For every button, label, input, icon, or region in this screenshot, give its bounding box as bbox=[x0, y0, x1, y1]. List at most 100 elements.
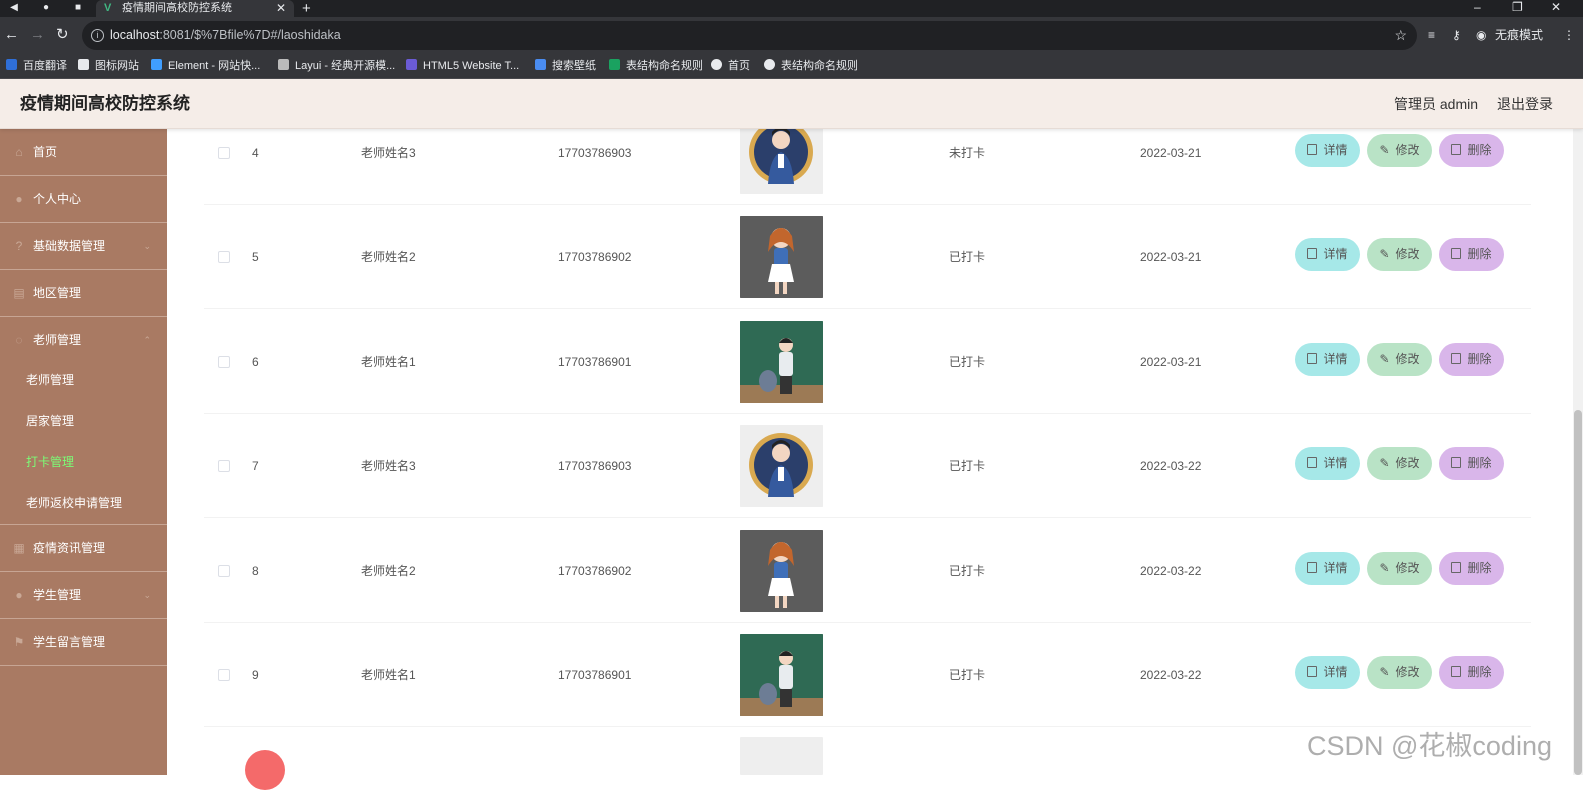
detail-button[interactable]: 详情 bbox=[1295, 447, 1360, 480]
bookmark-item[interactable]: Layui - 经典开源模... bbox=[278, 53, 395, 79]
site-info-icon[interactable]: i bbox=[91, 29, 104, 42]
reading-list-icon[interactable]: ≡ bbox=[1428, 26, 1435, 44]
sidebar-item-profile[interactable]: ● 个人中心 bbox=[0, 176, 167, 223]
detail-button[interactable]: 详情 bbox=[1295, 656, 1360, 689]
bookmark-favicon-icon bbox=[151, 59, 162, 70]
delete-button[interactable]: 删除 bbox=[1439, 552, 1504, 585]
sidebar-item-label: 地区管理 bbox=[33, 286, 82, 300]
row-checkbox[interactable] bbox=[218, 147, 230, 159]
row-checkbox[interactable] bbox=[218, 356, 230, 368]
edit-button[interactable]: ✎ 修改 bbox=[1367, 656, 1432, 689]
row-checkbox[interactable] bbox=[218, 251, 230, 263]
group-icon: ◌ bbox=[15, 333, 23, 347]
new-tab-button[interactable]: + bbox=[302, 0, 311, 17]
edit-label: 修改 bbox=[1395, 665, 1420, 679]
bookmark-item[interactable]: 表结构命名规则 bbox=[609, 53, 703, 79]
bookmark-item[interactable]: HTML5 Website T... bbox=[406, 53, 519, 79]
audio-icon[interactable]: ◀ bbox=[6, 1, 22, 15]
detail-button[interactable]: 详情 bbox=[1295, 343, 1360, 376]
bookmark-item[interactable]: Element - 网站快... bbox=[151, 53, 260, 79]
sidebar-item-student[interactable]: ● 学生管理 ⌄ bbox=[0, 572, 167, 619]
incognito-icon[interactable]: ◉ bbox=[1476, 26, 1486, 44]
sidebar-item-news[interactable]: ▦ 疫情资讯管理 bbox=[0, 525, 167, 572]
detail-button[interactable]: 详情 bbox=[1295, 552, 1360, 585]
bookmark-star-icon[interactable]: ☆ bbox=[1394, 21, 1407, 50]
edit-button[interactable]: ✎ 修改 bbox=[1367, 343, 1432, 376]
bookmark-item[interactable]: 首页 bbox=[711, 53, 750, 79]
bookmark-label: 表结构命名规则 bbox=[781, 60, 858, 72]
sidebar-subitem-return-apply[interactable]: 老师返校申请管理 bbox=[0, 483, 167, 525]
pencil-icon: ✎ bbox=[1379, 247, 1390, 261]
bookmark-label: HTML5 Website T... bbox=[423, 60, 520, 72]
sidebar-subitem-checkin[interactable]: 打卡管理 bbox=[0, 442, 167, 483]
edit-button[interactable]: ✎ 修改 bbox=[1367, 134, 1432, 167]
back-icon[interactable]: ← bbox=[4, 26, 19, 44]
checkin-date: 2022-03-22 bbox=[1140, 459, 1202, 473]
close-tab-icon[interactable]: ✕ bbox=[276, 0, 286, 17]
table-row: 5 老师姓名2 17703786902 已打卡 2022-03-21 详情 ✎ 修改 删除 bbox=[204, 205, 1531, 309]
checkin-status: 已打卡 bbox=[949, 459, 986, 473]
delete-button[interactable]: 删除 bbox=[1439, 134, 1504, 167]
bookmark-favicon-icon bbox=[711, 59, 722, 70]
sidebar-item-teacher[interactable]: ◌ 老师管理 ⌃ bbox=[0, 317, 167, 364]
sidebar-item-home[interactable]: ⌂ 首页 bbox=[0, 129, 167, 176]
detail-button[interactable]: 详情 bbox=[1295, 134, 1360, 167]
row-index: 5 bbox=[252, 250, 259, 264]
detail-label: 详情 bbox=[1323, 247, 1348, 261]
window-close-icon[interactable]: ✕ bbox=[1551, 0, 1561, 14]
bookmark-item[interactable]: 表结构命名规则 bbox=[764, 53, 858, 79]
browser-menu-icon[interactable]: ⋮ bbox=[1563, 26, 1575, 44]
bookmark-favicon-icon bbox=[78, 59, 89, 70]
minimize-icon[interactable]: – bbox=[1474, 0, 1481, 14]
restore-icon[interactable]: ❐ bbox=[1512, 0, 1523, 14]
incognito-label[interactable]: 无痕模式 bbox=[1495, 26, 1543, 44]
bookmark-favicon-icon bbox=[764, 59, 775, 70]
forward-icon[interactable]: → bbox=[30, 26, 45, 44]
delete-button[interactable]: 删除 bbox=[1439, 656, 1504, 689]
trash-icon bbox=[1451, 666, 1462, 677]
edit-button[interactable]: ✎ 修改 bbox=[1367, 552, 1432, 585]
sidebar-item-base-data[interactable]: ? 基础数据管理 ⌄ bbox=[0, 223, 167, 270]
edit-label: 修改 bbox=[1395, 143, 1420, 157]
scrollbar-thumb[interactable] bbox=[1574, 410, 1582, 775]
window-icon[interactable]: ■ bbox=[70, 1, 86, 15]
url-path: :8081/$%7Bfile%7D#/laoshidaka bbox=[159, 28, 341, 42]
row-checkbox[interactable] bbox=[218, 460, 230, 472]
trash-icon bbox=[1451, 457, 1462, 468]
checkin-status: 已打卡 bbox=[949, 250, 986, 264]
watermark: CSDN @花椒coding bbox=[1307, 731, 1552, 761]
browser-tab[interactable]: V 疫情期间高校防控系统 ✕ bbox=[96, 0, 294, 17]
row-checkbox[interactable] bbox=[218, 565, 230, 577]
app-title: 疫情期间高校防控系统 bbox=[20, 94, 190, 113]
document-icon bbox=[1307, 666, 1318, 677]
reload-icon[interactable]: ↻ bbox=[56, 26, 69, 44]
edit-button[interactable]: ✎ 修改 bbox=[1367, 447, 1432, 480]
delete-button[interactable]: 删除 bbox=[1439, 238, 1504, 271]
bookmark-label: Element - 网站快... bbox=[168, 60, 261, 72]
globe-icon[interactable]: ● bbox=[38, 1, 54, 15]
document-icon bbox=[1307, 248, 1318, 259]
bookmark-item[interactable]: 搜索壁纸 bbox=[535, 53, 596, 79]
bookmark-item[interactable]: 百度翻译 bbox=[6, 53, 67, 79]
table-row: 8 老师姓名2 17703786902 已打卡 2022-03-22 详情 ✎ 修改 删除 bbox=[204, 519, 1531, 623]
edit-button[interactable]: ✎ 修改 bbox=[1367, 238, 1432, 271]
logout-link[interactable]: 退出登录 bbox=[1497, 79, 1553, 129]
bookmark-item[interactable]: 图标网站 bbox=[78, 53, 139, 79]
sidebar-item-student-message[interactable]: ⚑ 学生留言管理 bbox=[0, 619, 167, 666]
delete-button[interactable]: 删除 bbox=[1439, 447, 1504, 480]
document-icon bbox=[1307, 144, 1318, 155]
sidebar-subitem-teacher-manage[interactable]: 老师管理 bbox=[0, 360, 167, 401]
floating-action-button[interactable] bbox=[245, 750, 285, 790]
sidebar-item-label: 个人中心 bbox=[33, 192, 82, 206]
sidebar-subitem-home-quarantine[interactable]: 居家管理 bbox=[0, 401, 167, 442]
sidebar-item-label: 学生管理 bbox=[33, 588, 82, 602]
row-checkbox[interactable] bbox=[218, 669, 230, 681]
teacher-phone: 17703786902 bbox=[558, 250, 632, 264]
delete-label: 删除 bbox=[1467, 352, 1492, 366]
detail-button[interactable]: 详情 bbox=[1295, 238, 1360, 271]
delete-button[interactable]: 删除 bbox=[1439, 343, 1504, 376]
url-bar[interactable]: i localhost:8081/$%7Bfile%7D#/laoshidaka… bbox=[82, 21, 1417, 50]
key-icon[interactable]: ⚷ bbox=[1452, 26, 1461, 44]
document-icon bbox=[1307, 562, 1318, 573]
sidebar-item-region[interactable]: ▤ 地区管理 bbox=[0, 270, 167, 317]
